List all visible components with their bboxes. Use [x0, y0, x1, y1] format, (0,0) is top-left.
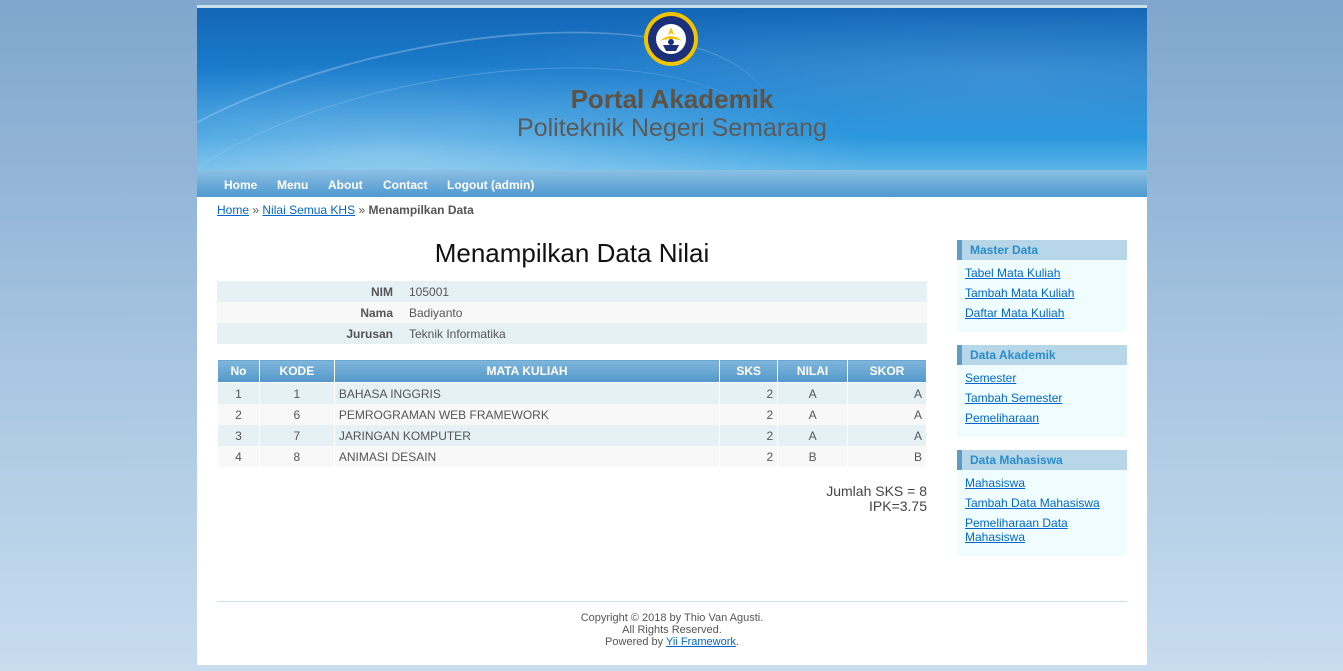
cell-mata-kuliah: PEMROGRAMAN WEB FRAMEWORK	[333, 404, 721, 425]
cell-nilai: A	[777, 425, 849, 446]
footer-powered-suffix: .	[735, 636, 739, 648]
footer-powered-prefix: Powered by	[605, 636, 666, 648]
detail-row: NIM 105001	[217, 281, 927, 302]
detail-row: Jurusan Teknik Informatika	[217, 323, 927, 344]
student-detail-table: NIM 105001 Nama Badiyanto Jurusan Teknik…	[217, 281, 927, 344]
menu-about[interactable]: About	[328, 178, 363, 192]
link-tabel-mata-kuliah[interactable]: Tabel Mata Kuliah	[965, 266, 1060, 280]
ipk-text: IPK=3.75	[869, 498, 927, 514]
menu-menu[interactable]: Menu	[277, 178, 308, 192]
menu-contact[interactable]: Contact	[383, 178, 428, 192]
yii-framework-link[interactable]: Yii Framework	[666, 636, 736, 648]
site-title: Portal Akademik	[570, 84, 774, 114]
cell-sks: 2	[719, 425, 779, 446]
column-header-sks: SKS	[719, 359, 779, 383]
cell-kode: 7	[258, 425, 335, 446]
table-row: 2 6 PEMROGRAMAN WEB FRAMEWORK 2 A A	[217, 404, 927, 425]
breadcrumb-separator: »	[358, 203, 366, 217]
detail-label: Jurusan	[346, 326, 393, 341]
page-container: Portal Akademik Politeknik Negeri Semara…	[197, 5, 1147, 665]
polines-logo-icon	[644, 12, 698, 66]
cell-nilai: A	[777, 382, 849, 404]
portlet-links: Mahasiswa Tambah Data Mahasiswa Pemeliha…	[957, 476, 1127, 544]
link-daftar-mata-kuliah[interactable]: Daftar Mata Kuliah	[965, 306, 1064, 320]
cell-mata-kuliah: ANIMASI DESAIN	[333, 446, 721, 467]
link-tambah-semester[interactable]: Tambah Semester	[965, 391, 1062, 405]
portlet-title: Data Mahasiswa	[957, 450, 1127, 470]
breadcrumb-nilai-link[interactable]: Nilai Semua KHS	[262, 203, 355, 217]
cell-skor: A	[847, 425, 927, 446]
cell-nilai: B	[777, 446, 849, 467]
footer-copyright: Copyright © 2018 by Thio Van Agusti.	[580, 612, 764, 624]
main-menu: Home Menu About Contact Logout (admin)	[197, 170, 1147, 197]
link-pemeliharaan-data-mahasiswa[interactable]: Pemeliharaan Data Mahasiswa	[965, 516, 1068, 544]
cell-sks: 2	[719, 404, 779, 425]
footer-divider	[217, 601, 1127, 602]
column-header-no: No	[217, 359, 260, 383]
breadcrumb-separator: »	[252, 203, 260, 217]
grade-summary: Jumlah SKS = 8 IPK=3.75	[217, 484, 927, 514]
column-header-kode: KODE	[258, 359, 335, 383]
site-footer: Copyright © 2018 by Thio Van Agusti. All…	[217, 612, 1127, 648]
link-pemeliharaan[interactable]: Pemeliharaan	[965, 411, 1039, 425]
cell-no: 2	[217, 404, 260, 425]
cell-mata-kuliah: BAHASA INGGRIS	[333, 382, 721, 404]
page-title: Menampilkan Data Nilai	[434, 238, 710, 268]
breadcrumb: Home » Nilai Semua KHS » Menampilkan Dat…	[217, 203, 474, 217]
link-tambah-data-mahasiswa[interactable]: Tambah Data Mahasiswa	[965, 496, 1100, 510]
breadcrumb-current: Menampilkan Data	[368, 203, 474, 217]
detail-row: Nama Badiyanto	[217, 302, 927, 323]
cell-no: 3	[217, 425, 260, 446]
column-header-skor: SKOR	[847, 359, 927, 383]
column-header-nilai: NILAI	[777, 359, 849, 383]
footer-powered: Powered by Yii Framework.	[217, 636, 1127, 648]
link-mahasiswa[interactable]: Mahasiswa	[965, 476, 1025, 490]
portlet-data-mahasiswa: Data Mahasiswa Mahasiswa Tambah Data Mah…	[957, 450, 1127, 556]
link-tambah-mata-kuliah[interactable]: Tambah Mata Kuliah	[965, 286, 1074, 300]
site-subtitle: Politeknik Negeri Semarang	[517, 114, 827, 142]
footer-rights: All Rights Reserved.	[622, 624, 722, 636]
cell-no: 4	[217, 446, 260, 467]
cell-skor: A	[847, 404, 927, 425]
portlet-data-akademik: Data Akademik Semester Tambah Semester P…	[957, 345, 1127, 437]
portlet-title: Data Akademik	[957, 345, 1127, 365]
cell-kode: 8	[258, 446, 335, 467]
cell-sks: 2	[719, 382, 779, 404]
cell-nilai: A	[777, 404, 849, 425]
detail-value: 105001	[409, 284, 450, 299]
cell-no: 1	[217, 382, 260, 404]
site-header: Portal Akademik Politeknik Negeri Semara…	[197, 8, 1147, 170]
jumlah-sks-text: Jumlah SKS = 8	[826, 483, 927, 499]
cell-kode: 1	[258, 382, 335, 404]
table-row: 3 7 JARINGAN KOMPUTER 2 A A	[217, 425, 927, 446]
detail-label: NIM	[371, 284, 393, 299]
menu-home[interactable]: Home	[224, 178, 257, 192]
cell-kode: 6	[258, 404, 335, 425]
breadcrumb-home-link[interactable]: Home	[217, 203, 249, 217]
table-row: 4 8 ANIMASI DESAIN 2 B B	[217, 446, 927, 467]
cell-mata-kuliah: JARINGAN KOMPUTER	[333, 425, 721, 446]
menu-logout[interactable]: Logout (admin)	[447, 178, 534, 192]
cell-skor: A	[847, 382, 927, 404]
table-header-row: No KODE MATA KULIAH SKS NILAI SKOR	[217, 359, 927, 383]
portlet-title: Master Data	[957, 240, 1127, 260]
column-header-mata-kuliah: MATA KULIAH	[333, 359, 721, 383]
cell-skor: B	[847, 446, 927, 467]
link-semester[interactable]: Semester	[965, 371, 1016, 385]
portlet-master-data: Master Data Tabel Mata Kuliah Tambah Mat…	[957, 240, 1127, 332]
cell-sks: 2	[719, 446, 779, 467]
table-row: 1 1 BAHASA INGGRIS 2 A A	[217, 382, 927, 404]
detail-label: Nama	[360, 305, 393, 320]
detail-value: Badiyanto	[409, 305, 463, 320]
grades-table: No KODE MATA KULIAH SKS NILAI SKOR 1 1 B…	[217, 359, 927, 467]
detail-value: Teknik Informatika	[409, 326, 506, 341]
portlet-links: Tabel Mata Kuliah Tambah Mata Kuliah Daf…	[957, 266, 1127, 320]
portlet-links: Semester Tambah Semester Pemeliharaan	[957, 371, 1127, 425]
